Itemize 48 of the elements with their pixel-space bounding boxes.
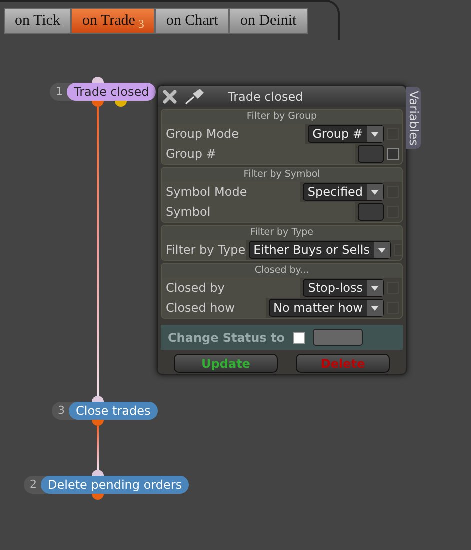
caret-icon: [374, 242, 390, 258]
tab[interactable]: on Tick: [4, 8, 72, 34]
action-button[interactable]: Update: [174, 354, 278, 373]
checkbox[interactable]: [387, 148, 399, 160]
output-port[interactable]: [115, 101, 127, 107]
output-port[interactable]: [92, 420, 104, 426]
caret-icon: [367, 184, 383, 200]
input-field[interactable]: [358, 203, 384, 221]
input-port[interactable]: [92, 396, 104, 402]
caret-icon: [367, 126, 383, 142]
status-field[interactable]: [312, 329, 363, 346]
panel-title: Trade closed: [228, 88, 304, 106]
input-port[interactable]: [92, 470, 104, 476]
dropdown[interactable]: Group #: [308, 125, 384, 143]
field-label: Closed by: [162, 278, 300, 298]
section-header: Filter by Type: [162, 226, 402, 240]
input-port[interactable]: [92, 77, 104, 83]
node-label[interactable]: Close trades: [69, 402, 158, 420]
tab[interactable]: on Trade $_{3}$: [71, 8, 156, 34]
section-header: Closed by...: [162, 264, 402, 278]
node-label[interactable]: Trade closed: [67, 83, 156, 101]
caret-icon: [367, 280, 383, 296]
dropdown[interactable]: No matter how: [268, 299, 384, 317]
close-icon[interactable]: [162, 88, 178, 104]
field-label: Group Mode: [162, 124, 305, 144]
node-label[interactable]: Delete pending orders: [41, 476, 190, 494]
caret-icon: [367, 300, 383, 316]
side-tab[interactable]: Variables: [406, 87, 421, 149]
status-label: Change Status to: [168, 330, 285, 346]
dropdown[interactable]: Specified: [302, 183, 384, 201]
section-header: Filter by Group: [162, 110, 402, 124]
field-label: Filter by Type: [162, 240, 246, 260]
dropdown[interactable]: Stop-loss: [303, 279, 384, 297]
field-label: Symbol Mode: [162, 182, 300, 202]
dropdown[interactable]: Either Buys or Sells: [248, 241, 392, 259]
tab-count: 3: [138, 17, 144, 31]
output-port[interactable]: [92, 101, 104, 107]
field-label: Closed how: [162, 298, 266, 318]
field-label: Symbol: [162, 202, 355, 222]
tab[interactable]: on Chart: [155, 8, 230, 34]
checkbox[interactable]: [292, 332, 305, 344]
field-label: Group #: [162, 144, 355, 164]
tab[interactable]: on Deinit: [229, 8, 308, 34]
output-port[interactable]: [92, 494, 104, 500]
pin-icon[interactable]: [184, 88, 206, 104]
section-header: Filter by Symbol: [162, 168, 402, 182]
connector-line: [97, 426, 99, 470]
input-field[interactable]: [358, 145, 384, 163]
